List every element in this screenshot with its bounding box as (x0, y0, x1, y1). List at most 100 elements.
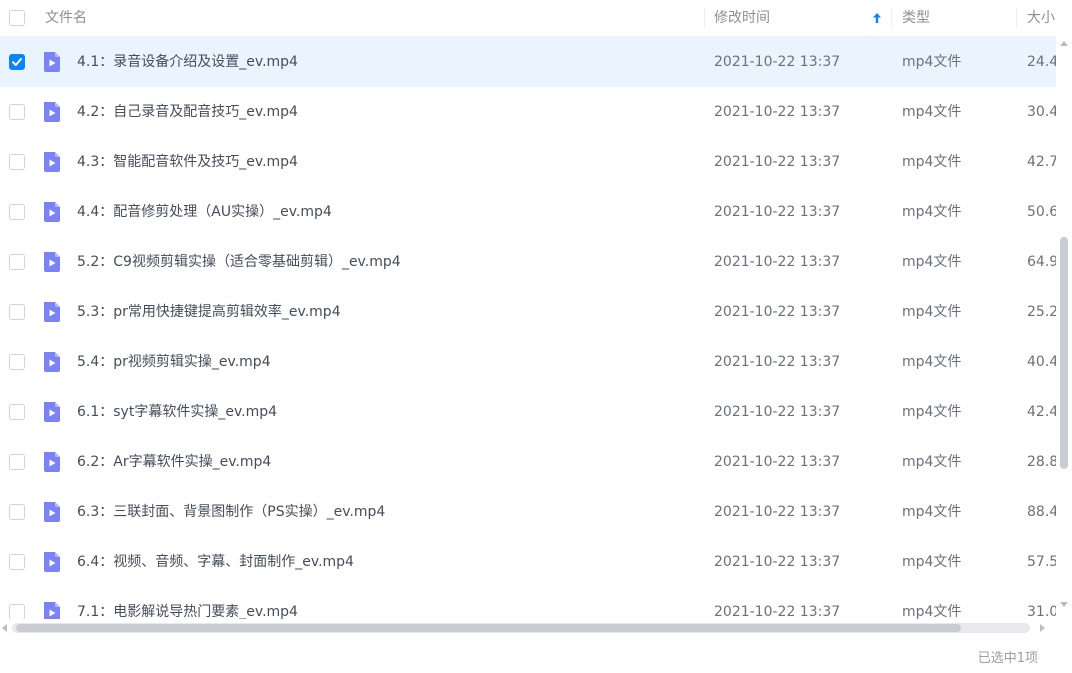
file-name: 6.4：视频、音频、字幕、封面制作_ev.mp4 (77, 554, 354, 570)
row-checkbox[interactable] (9, 404, 25, 420)
file-modified-time: 2021-10-22 13:37 (714, 454, 841, 470)
file-name: 4.1：录音设备介绍及设置_ev.mp4 (77, 54, 298, 70)
file-name: 5.4：pr视频剪辑实操_ev.mp4 (77, 354, 271, 370)
file-modified-time: 2021-10-22 13:37 (714, 504, 841, 520)
video-file-icon (44, 302, 60, 322)
file-size: 88.4 (1027, 504, 1056, 520)
scroll-right-icon[interactable] (1040, 624, 1045, 632)
row-checkbox[interactable] (9, 504, 25, 520)
row-checkbox[interactable] (9, 154, 25, 170)
file-type: mp4文件 (902, 504, 962, 520)
selection-status: 已选中1项 (977, 651, 1038, 666)
file-size: 25.2 (1027, 304, 1056, 320)
vertical-scroll-thumb[interactable] (1060, 237, 1068, 469)
row-checkbox[interactable] (9, 104, 25, 120)
file-size: 64.9 (1027, 254, 1056, 270)
video-file-icon (44, 52, 60, 72)
select-all-checkbox[interactable] (9, 10, 25, 26)
file-type: mp4文件 (902, 454, 962, 470)
video-file-icon (44, 202, 60, 222)
file-name: 5.3：pr常用快捷键提高剪辑效率_ev.mp4 (77, 304, 341, 320)
checkmark-icon (12, 58, 22, 66)
table-row[interactable]: 4.4：配音修剪处理（AU实操）_ev.mp4 2021-10-22 13:37… (0, 187, 1056, 237)
video-file-icon (44, 402, 60, 422)
file-name: 6.1：syt字幕软件实操_ev.mp4 (77, 404, 278, 420)
status-bar: 已选中1项 (0, 637, 1072, 673)
file-size: 57.5 (1027, 554, 1056, 570)
file-modified-time: 2021-10-22 13:37 (714, 404, 841, 420)
video-file-icon (44, 602, 60, 619)
video-file-icon (44, 552, 60, 572)
file-modified-time: 2021-10-22 13:37 (714, 254, 841, 270)
row-checkbox[interactable] (9, 554, 25, 570)
table-row[interactable]: 5.2：C9视频剪辑实操（适合零基础剪辑）_ev.mp4 2021-10-22 … (0, 237, 1056, 287)
table-row[interactable]: 6.3：三联封面、背景图制作（PS实操）_ev.mp4 2021-10-22 1… (0, 487, 1056, 537)
scroll-up-icon[interactable] (1060, 41, 1068, 46)
file-size: 50.6 (1027, 204, 1056, 220)
table-row[interactable]: 6.4：视频、音频、字幕、封面制作_ev.mp4 2021-10-22 13:3… (0, 537, 1056, 587)
file-size: 24.4 (1027, 54, 1056, 70)
file-size: 42.4 (1027, 404, 1056, 420)
file-modified-time: 2021-10-22 13:37 (714, 104, 841, 120)
table-row[interactable]: 4.3：智能配音软件及技巧_ev.mp4 2021-10-22 13:37 mp… (0, 137, 1056, 187)
video-file-icon (44, 102, 60, 122)
file-size: 28.8 (1027, 454, 1056, 470)
table-row[interactable]: 7.1：电影解说导热门要素_ev.mp4 2021-10-22 13:37 mp… (0, 587, 1056, 619)
file-modified-time: 2021-10-22 13:37 (714, 154, 841, 170)
scroll-down-icon[interactable] (1060, 602, 1068, 607)
video-file-icon (44, 152, 60, 172)
table-row[interactable]: 6.1：syt字幕软件实操_ev.mp4 2021-10-22 13:37 mp… (0, 387, 1056, 437)
row-checkbox[interactable] (9, 604, 25, 619)
row-checkbox[interactable] (9, 354, 25, 370)
column-header-size[interactable]: 大小 (1027, 0, 1055, 37)
horizontal-scroll-thumb[interactable] (16, 624, 961, 632)
video-file-icon (44, 352, 60, 372)
file-table-body: 4.1：录音设备介绍及设置_ev.mp4 2021-10-22 13:37 mp… (0, 37, 1056, 619)
file-modified-time: 2021-10-22 13:37 (714, 204, 841, 220)
column-header-type[interactable]: 类型 (902, 0, 930, 37)
row-checkbox[interactable] (9, 54, 25, 70)
row-checkbox[interactable] (9, 254, 25, 270)
arrow-up-icon[interactable] (871, 11, 883, 25)
scroll-left-icon[interactable] (2, 624, 7, 632)
column-header-name[interactable]: 文件名 (45, 0, 87, 37)
file-type: mp4文件 (902, 54, 962, 70)
table-header: 文件名 修改时间 类型 大小 (0, 0, 1056, 37)
table-row[interactable]: 6.2：Ar字幕软件实操_ev.mp4 2021-10-22 13:37 mp4… (0, 437, 1056, 487)
file-size: 40.4 (1027, 354, 1056, 370)
file-size: 31.0 (1027, 604, 1056, 619)
file-type: mp4文件 (902, 404, 962, 420)
column-divider[interactable] (704, 8, 705, 29)
column-header-modified[interactable]: 修改时间 (714, 0, 770, 37)
row-checkbox[interactable] (9, 454, 25, 470)
file-size: 30.4 (1027, 104, 1056, 120)
video-file-icon (44, 502, 60, 522)
row-checkbox[interactable] (9, 204, 25, 220)
file-name: 5.2：C9视频剪辑实操（适合零基础剪辑）_ev.mp4 (77, 254, 401, 270)
table-row[interactable]: 4.1：录音设备介绍及设置_ev.mp4 2021-10-22 13:37 mp… (0, 37, 1056, 87)
vertical-scrollbar[interactable] (1056, 37, 1072, 619)
file-list-view: 文件名 修改时间 类型 大小 4.1：录音设备介绍及设置_ev.mp4 2021… (0, 0, 1072, 673)
table-row[interactable]: 4.2：自己录音及配音技巧_ev.mp4 2021-10-22 13:37 mp… (0, 87, 1056, 137)
file-type: mp4文件 (902, 554, 962, 570)
row-checkbox[interactable] (9, 304, 25, 320)
file-name: 7.1：电影解说导热门要素_ev.mp4 (77, 604, 298, 619)
file-type: mp4文件 (902, 204, 962, 220)
file-modified-time: 2021-10-22 13:37 (714, 554, 841, 570)
table-row[interactable]: 5.3：pr常用快捷键提高剪辑效率_ev.mp4 2021-10-22 13:3… (0, 287, 1056, 337)
column-divider[interactable] (891, 8, 892, 29)
file-type: mp4文件 (902, 604, 962, 619)
file-modified-time: 2021-10-22 13:37 (714, 304, 841, 320)
horizontal-scrollbar[interactable] (0, 619, 1056, 637)
column-divider[interactable] (1016, 8, 1017, 29)
file-name: 6.3：三联封面、背景图制作（PS实操）_ev.mp4 (77, 504, 386, 520)
file-modified-time: 2021-10-22 13:37 (714, 354, 841, 370)
file-type: mp4文件 (902, 354, 962, 370)
video-file-icon (44, 452, 60, 472)
file-name: 4.4：配音修剪处理（AU实操）_ev.mp4 (77, 204, 332, 220)
file-type: mp4文件 (902, 104, 962, 120)
file-size: 42.7 (1027, 154, 1056, 170)
file-name: 4.2：自己录音及配音技巧_ev.mp4 (77, 104, 298, 120)
file-name: 6.2：Ar字幕软件实操_ev.mp4 (77, 454, 272, 470)
table-row[interactable]: 5.4：pr视频剪辑实操_ev.mp4 2021-10-22 13:37 mp4… (0, 337, 1056, 387)
